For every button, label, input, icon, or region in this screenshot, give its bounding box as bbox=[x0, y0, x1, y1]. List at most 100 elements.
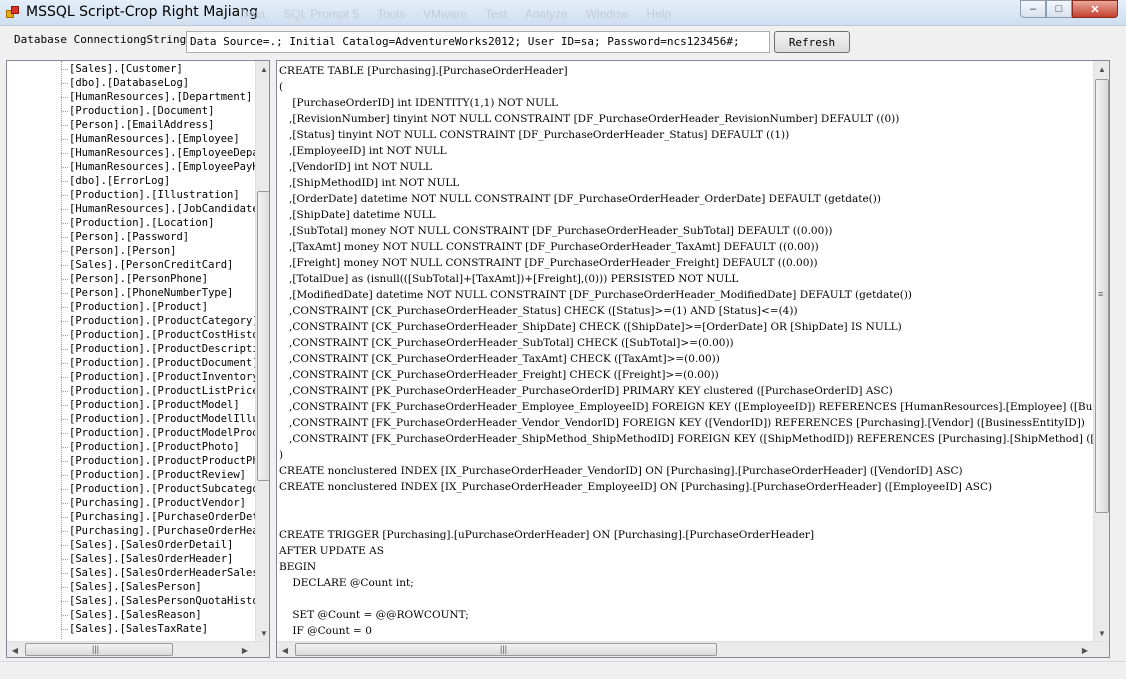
title-bar[interactable]: MSSQL Script-Crop Right Majiang Data SQL … bbox=[0, 0, 1126, 26]
tree-connector-tick bbox=[61, 167, 68, 168]
tree-item[interactable]: [Production].[ProductDescripti bbox=[69, 342, 257, 356]
tree-item[interactable]: [HumanResources].[Department] bbox=[69, 90, 252, 104]
scroll-right-arrow-icon[interactable]: ▶ bbox=[237, 642, 253, 657]
tree-horizontal-scroll-thumb[interactable]: ||| bbox=[25, 643, 173, 656]
tree-connector-tick bbox=[61, 629, 68, 630]
tree-item[interactable]: [Person].[Password] bbox=[69, 230, 189, 244]
tree-item[interactable]: [Production].[ProductProductPho bbox=[69, 454, 257, 468]
background-menu-item: Window bbox=[585, 7, 629, 21]
tree-item[interactable]: [Sales].[PersonCreditCard] bbox=[69, 258, 233, 272]
tree-item[interactable]: [Production].[ProductPhoto] bbox=[69, 440, 240, 454]
code-line: CREATE TRIGGER [Purchasing].[uPurchaseOr… bbox=[279, 529, 815, 541]
tree-item[interactable]: [Production].[ProductModelIllus bbox=[69, 412, 257, 426]
tree-connector-tick bbox=[61, 447, 68, 448]
code-line: ,[ShipMethodID] int NOT NULL bbox=[279, 177, 460, 189]
tree-item[interactable]: [Production].[ProductReview] bbox=[69, 468, 246, 482]
script-text-area[interactable]: CREATE TABLE [Purchasing].[PurchaseOrder… bbox=[279, 63, 1095, 639]
tree-connector-tick bbox=[61, 321, 68, 322]
background-menu: Data SQL Prompt 5 Tools VMware Test Analyze Wi… bbox=[240, 7, 689, 21]
tree-item[interactable]: [Production].[ProductCategory] bbox=[69, 314, 257, 328]
editor-vertical-scroll-thumb[interactable]: ≡ bbox=[1095, 79, 1109, 513]
tree-connector-tick bbox=[61, 475, 68, 476]
tree-connector-tick bbox=[61, 335, 68, 336]
close-button[interactable]: ✕ bbox=[1072, 0, 1118, 18]
scroll-up-arrow-icon[interactable]: ▲ bbox=[256, 61, 269, 77]
tree-item[interactable]: [Purchasing].[ProductVendor] bbox=[69, 496, 246, 510]
tree-item[interactable]: [Sales].[SalesReason] bbox=[69, 608, 202, 622]
tree-item[interactable]: [HumanResources].[EmployeeDepar bbox=[69, 146, 257, 160]
table-tree-panel[interactable]: [Sales].[Customer] [dbo].[DatabaseLog] [Hu… bbox=[6, 60, 270, 658]
tree-item[interactable]: [Person].[PersonPhone] bbox=[69, 272, 208, 286]
table-tree-list[interactable]: [Sales].[Customer] [dbo].[DatabaseLog] [Hu… bbox=[7, 61, 257, 639]
tree-connector-tick bbox=[61, 573, 68, 574]
tree-item[interactable]: [Production].[Illustration] bbox=[69, 188, 240, 202]
tree-item[interactable]: [Production].[ProductSubcategor bbox=[69, 482, 257, 496]
tree-item[interactable]: [Sales].[SalesOrderHeaderSalesR bbox=[69, 566, 257, 580]
tree-vertical-scrollbar[interactable]: ▲ ▼ bbox=[255, 61, 269, 641]
code-line: ,CONSTRAINT [CK_PurchaseOrderHeader_Frei… bbox=[279, 369, 719, 381]
scroll-right-arrow-icon[interactable]: ▶ bbox=[1077, 642, 1093, 657]
connection-string-input[interactable]: Data Source=.; Initial Catalog=Adventure… bbox=[186, 31, 770, 53]
tree-connector-tick bbox=[61, 209, 68, 210]
tree-connector-tick bbox=[61, 405, 68, 406]
tree-item[interactable]: [Sales].[SalesTaxRate] bbox=[69, 622, 208, 636]
refresh-button[interactable]: Refresh bbox=[774, 31, 850, 53]
tree-item[interactable]: [Purchasing].[PurchaseOrderDeta bbox=[69, 510, 257, 524]
editor-horizontal-scroll-thumb[interactable]: ||| bbox=[295, 643, 717, 656]
tree-item[interactable]: [Person].[EmailAddress] bbox=[69, 118, 214, 132]
code-line: ,CONSTRAINT [CK_PurchaseOrderHeader_TaxA… bbox=[279, 353, 720, 365]
tree-item[interactable]: [HumanResources].[JobCandidate] bbox=[69, 202, 257, 216]
tree-item[interactable]: [Production].[ProductModelProdu bbox=[69, 426, 257, 440]
minimize-button[interactable]: – bbox=[1020, 0, 1046, 18]
tree-item[interactable]: [HumanResources].[Employee] bbox=[69, 132, 240, 146]
tree-item[interactable]: [Production].[ProductListPriceH bbox=[69, 384, 257, 398]
tree-connector-tick bbox=[61, 517, 68, 518]
scroll-left-arrow-icon[interactable]: ◀ bbox=[7, 642, 23, 657]
code-line: ,[TaxAmt] money NOT NULL CONSTRAINT [DF_… bbox=[279, 241, 819, 253]
tree-connector-tick bbox=[61, 531, 68, 532]
tree-item[interactable]: [Sales].[SalesPerson] bbox=[69, 580, 202, 594]
scroll-down-arrow-icon[interactable]: ▼ bbox=[1094, 625, 1109, 641]
tree-item[interactable]: [Person].[Person] bbox=[69, 244, 176, 258]
tree-item[interactable]: [HumanResources].[EmployeePayHi bbox=[69, 160, 257, 174]
tree-item[interactable]: [Sales].[Customer] bbox=[69, 62, 183, 76]
tree-item[interactable]: [Production].[ProductInventory] bbox=[69, 370, 257, 384]
tree-item[interactable]: [Purchasing].[PurchaseOrderHead bbox=[69, 524, 257, 538]
tree-item[interactable]: [dbo].[ErrorLog] bbox=[69, 174, 170, 188]
tree-connector-tick bbox=[61, 545, 68, 546]
tree-item[interactable]: [Sales].[SalesPersonQuotaHistor bbox=[69, 594, 257, 608]
scroll-up-arrow-icon[interactable]: ▲ bbox=[1094, 61, 1109, 77]
editor-horizontal-scrollbar[interactable]: ◀ ||| ▶ bbox=[277, 641, 1109, 657]
tree-connector-tick bbox=[61, 587, 68, 588]
tree-item[interactable]: [Sales].[SalesOrderHeader] bbox=[69, 552, 233, 566]
tree-item[interactable]: [Production].[ProductCostHistor bbox=[69, 328, 257, 342]
tree-connector-tick bbox=[61, 489, 68, 490]
tree-item[interactable]: [Production].[Location] bbox=[69, 216, 214, 230]
code-line: ,CONSTRAINT [FK_PurchaseOrderHeader_Empl… bbox=[279, 401, 1095, 413]
status-bar bbox=[0, 661, 1126, 679]
tree-horizontal-scrollbar[interactable]: ◀ ||| ▶ bbox=[7, 641, 269, 657]
code-line: [PurchaseOrderID] int IDENTITY(1,1) NOT … bbox=[279, 97, 558, 109]
tree-vertical-scroll-thumb[interactable] bbox=[257, 191, 269, 481]
tree-connector-tick bbox=[61, 237, 68, 238]
tree-connector-tick bbox=[61, 69, 68, 70]
tree-connector-tick bbox=[61, 391, 68, 392]
scroll-left-arrow-icon[interactable]: ◀ bbox=[277, 642, 293, 657]
tree-connector-tick bbox=[61, 265, 68, 266]
tree-item[interactable]: [Person].[PhoneNumberType] bbox=[69, 286, 233, 300]
tree-item[interactable]: [Production].[ProductDocument] bbox=[69, 356, 257, 370]
tree-item[interactable]: [Production].[ProductModel] bbox=[69, 398, 240, 412]
code-line: ) bbox=[279, 449, 284, 461]
code-line: ,[VendorID] int NOT NULL bbox=[279, 161, 432, 173]
tree-connector-tick bbox=[61, 293, 68, 294]
tree-connector-tick bbox=[61, 97, 68, 98]
script-editor[interactable]: CREATE TABLE [Purchasing].[PurchaseOrder… bbox=[276, 60, 1110, 658]
tree-item[interactable]: [Sales].[SalesOrderDetail] bbox=[69, 538, 233, 552]
scroll-down-arrow-icon[interactable]: ▼ bbox=[256, 625, 269, 641]
tree-item[interactable]: [dbo].[DatabaseLog] bbox=[69, 76, 189, 90]
maximize-button[interactable]: □ bbox=[1046, 0, 1072, 18]
code-line: IF @Count = 0 bbox=[279, 625, 372, 637]
tree-item[interactable]: [Production].[Product] bbox=[69, 300, 208, 314]
tree-item[interactable]: [Production].[Document] bbox=[69, 104, 214, 118]
editor-vertical-scrollbar[interactable]: ▲ ≡ ▼ bbox=[1093, 61, 1109, 641]
